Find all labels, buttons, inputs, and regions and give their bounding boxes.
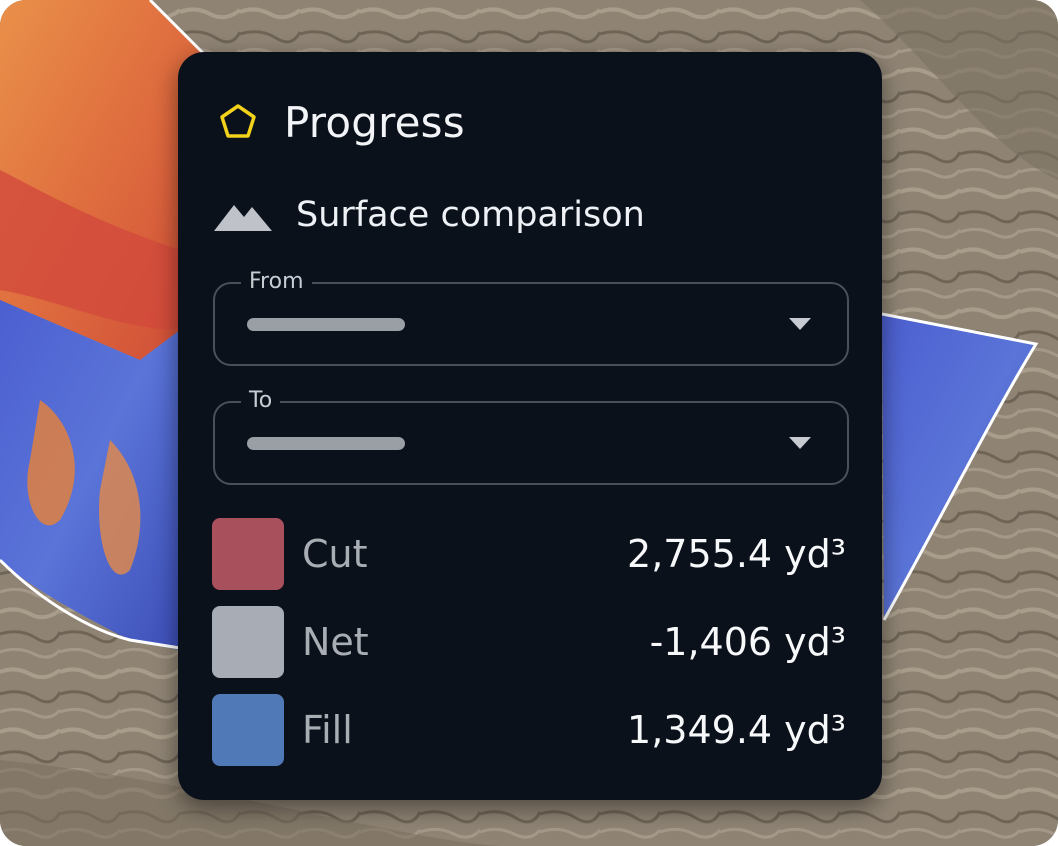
chevron-down-icon[interactable] bbox=[789, 318, 811, 330]
to-select[interactable]: To bbox=[213, 388, 849, 485]
chevron-down-icon[interactable] bbox=[789, 437, 811, 449]
mountains-icon bbox=[214, 205, 272, 231]
legend-row-fill: Fill 1,349.4 yd³ bbox=[212, 694, 846, 766]
from-select-label: From bbox=[241, 269, 312, 295]
legend-value: 2,755.4 yd³ bbox=[627, 532, 846, 576]
legend-row-net: Net -1,406 yd³ bbox=[212, 606, 846, 678]
legend-label: Net bbox=[302, 620, 369, 664]
legend-value: -1,406 yd³ bbox=[649, 620, 846, 664]
net-color-swatch bbox=[212, 606, 284, 678]
section-title: Surface comparison bbox=[296, 195, 645, 235]
panel-header: Progress bbox=[218, 96, 465, 148]
legend-value: 1,349.4 yd³ bbox=[627, 708, 846, 752]
cut-color-swatch bbox=[212, 518, 284, 590]
from-select-value-placeholder bbox=[247, 318, 405, 331]
to-select-label: To bbox=[241, 388, 281, 414]
legend-row-cut: Cut 2,755.4 yd³ bbox=[212, 518, 846, 590]
legend-label: Fill bbox=[302, 708, 353, 752]
progress-panel: Progress Surface comparison From To Cut bbox=[178, 52, 882, 800]
pentagon-outline-icon bbox=[220, 104, 256, 138]
map-view[interactable]: Progress Surface comparison From To Cut bbox=[0, 0, 1058, 846]
legend-label: Cut bbox=[302, 532, 368, 576]
fill-color-swatch bbox=[212, 694, 284, 766]
to-select-value-placeholder bbox=[247, 437, 405, 450]
panel-title: Progress bbox=[284, 97, 465, 147]
from-select[interactable]: From bbox=[213, 269, 849, 366]
surface-comparison-heading: Surface comparison bbox=[214, 190, 645, 240]
